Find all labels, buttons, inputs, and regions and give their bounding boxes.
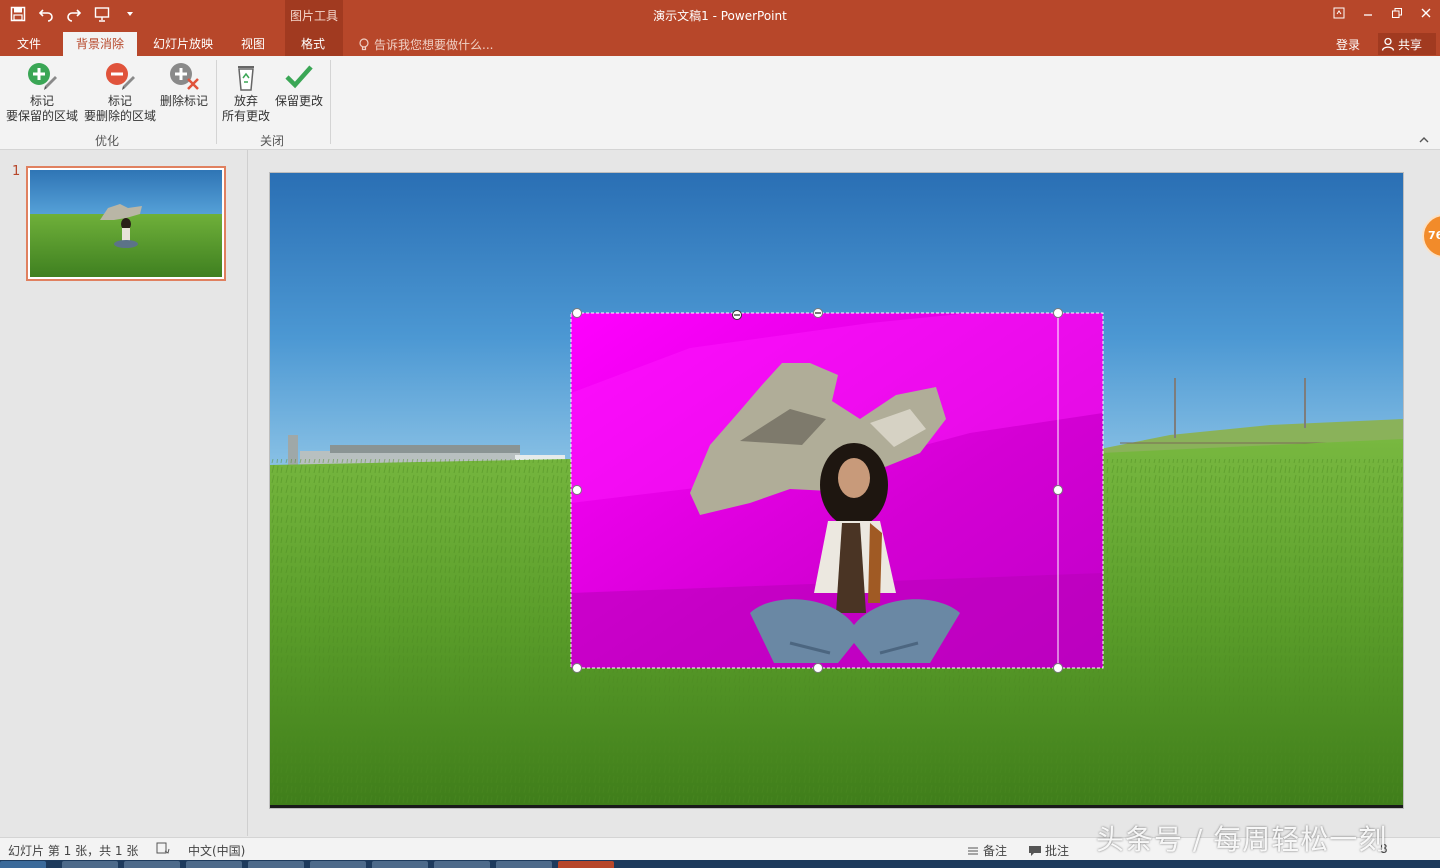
start-button[interactable] [0, 861, 46, 868]
group-separator [330, 60, 331, 144]
recycle-bin-icon [238, 66, 254, 91]
mark-keep-label-2: 要保留的区域 [5, 109, 78, 123]
group-label-close: 关闭 [259, 134, 284, 148]
discard-label-1: 放弃 [233, 94, 258, 108]
proofing-icon [156, 842, 170, 854]
keep-changes-button[interactable]: 保留更改 [274, 60, 324, 109]
comments-button[interactable]: 批注 [1028, 842, 1069, 859]
redo-button[interactable] [62, 3, 86, 25]
taskbar-app[interactable] [434, 861, 490, 868]
spell-check-status[interactable] [156, 842, 170, 854]
close-button[interactable] [1411, 0, 1440, 26]
taskbar-app[interactable] [496, 861, 552, 868]
minimize-button[interactable] [1353, 0, 1382, 26]
taskbar-app[interactable] [372, 861, 428, 868]
picture-tools-label: 图片工具 [289, 9, 338, 23]
window-title: 演示文稿1 - PowerPoint [653, 9, 787, 23]
delete-mark-icon [170, 63, 199, 90]
discard-label-2: 所有更改 [221, 109, 270, 123]
taskbar [0, 860, 1440, 868]
tell-me-text: 告诉我您想要做什么... [374, 38, 494, 52]
lightbulb-icon [359, 37, 369, 50]
delete-mark-button[interactable]: 删除标记 [158, 60, 210, 109]
notes-icon [968, 847, 978, 854]
watermark: 头条号 / 每周轻松一刻 [1096, 823, 1388, 856]
mark-remove-label-1: 标记 [107, 94, 132, 108]
save-icon [10, 6, 26, 22]
ribbon-display-options-button[interactable] [1324, 0, 1353, 26]
title-bar: 演示文稿1 - PowerPoint [0, 0, 1440, 30]
keep-changes-label: 保留更改 [274, 94, 323, 108]
person-icon [1381, 37, 1395, 51]
slide-canvas[interactable] [270, 173, 1403, 808]
taskbar-app[interactable] [248, 861, 304, 868]
slide-number: 1 [12, 164, 21, 179]
mark-remove-label-2: 要删除的区域 [83, 109, 156, 123]
undo-icon [38, 9, 53, 22]
restore-button[interactable] [1382, 0, 1411, 26]
discard-all-changes-button[interactable]: 放弃 所有更改 [220, 60, 272, 124]
group-label-refine: 优化 [94, 134, 119, 148]
comment-icon [1029, 845, 1041, 856]
quick-access-toolbar [6, 3, 142, 25]
taskbar-app[interactable] [124, 861, 180, 868]
language-status[interactable]: 中文(中国) [188, 842, 245, 859]
close-icon [1421, 8, 1430, 18]
redo-icon [67, 9, 82, 22]
group-separator [216, 60, 217, 144]
mark-areas-to-keep-button[interactable]: 标记 要保留的区域 [4, 60, 80, 124]
mark-remove-icon [106, 63, 135, 90]
share-label: 共享 [1398, 37, 1423, 52]
mark-keep-icon [28, 63, 57, 90]
ribbon: 标记 要保留的区域 标记 要删除的区域 删除标记 优化 放弃 所有更改 保留更改… [0, 56, 1440, 150]
tab-format-label[interactable]: 格式 [286, 32, 340, 56]
restore-icon [1391, 8, 1402, 18]
tab-background-removal[interactable]: 背景消除 [63, 32, 137, 56]
slide-count-status: 幻灯片 第 1 张，共 1 张 [8, 844, 139, 858]
checkmark-icon [285, 65, 313, 89]
chevron-down-icon [127, 12, 133, 16]
ribbon-tab-row: 文件 背景消除 幻灯片放映 视图 格式 告诉我您想要做什么... 登录 共享 [0, 30, 1440, 56]
tab-file[interactable]: 文件 [6, 32, 52, 56]
tab-view[interactable]: 视图 [230, 32, 276, 56]
taskbar-app[interactable] [186, 861, 242, 868]
mark-areas-to-remove-button[interactable]: 标记 要删除的区域 [82, 60, 158, 124]
delete-mark-label: 删除标记 [159, 94, 208, 108]
thumbnail-image [30, 170, 222, 277]
collapse-ribbon-icon[interactable] [1418, 134, 1430, 146]
customize-qat-button[interactable] [118, 3, 142, 25]
save-button[interactable] [6, 3, 30, 25]
start-from-beginning-button[interactable] [90, 3, 114, 25]
window-controls [1324, 0, 1440, 26]
notes-label: 备注 [983, 844, 1008, 858]
login-link[interactable]: 登录 [1336, 36, 1360, 53]
share-button[interactable]: 共享 [1378, 33, 1436, 55]
notes-button[interactable]: 备注 [966, 842, 1007, 859]
mark-keep-label-1: 标记 [29, 94, 54, 108]
ribbon-options-icon [1333, 7, 1344, 19]
slide-picture [270, 173, 1403, 808]
tell-me-search[interactable]: 告诉我您想要做什么... [358, 36, 493, 53]
taskbar-app[interactable] [310, 861, 366, 868]
taskbar-app-powerpoint[interactable] [558, 861, 614, 868]
taskbar-app[interactable] [62, 861, 118, 868]
presentation-icon [94, 7, 110, 22]
minimize-icon [1363, 14, 1372, 16]
slide-thumbnail-1[interactable] [26, 166, 226, 281]
comments-label: 批注 [1045, 844, 1070, 858]
slide-thumbnail-pane: 1 [0, 150, 248, 836]
undo-button[interactable] [34, 3, 58, 25]
tab-slideshow[interactable]: 幻灯片放映 [145, 32, 221, 56]
